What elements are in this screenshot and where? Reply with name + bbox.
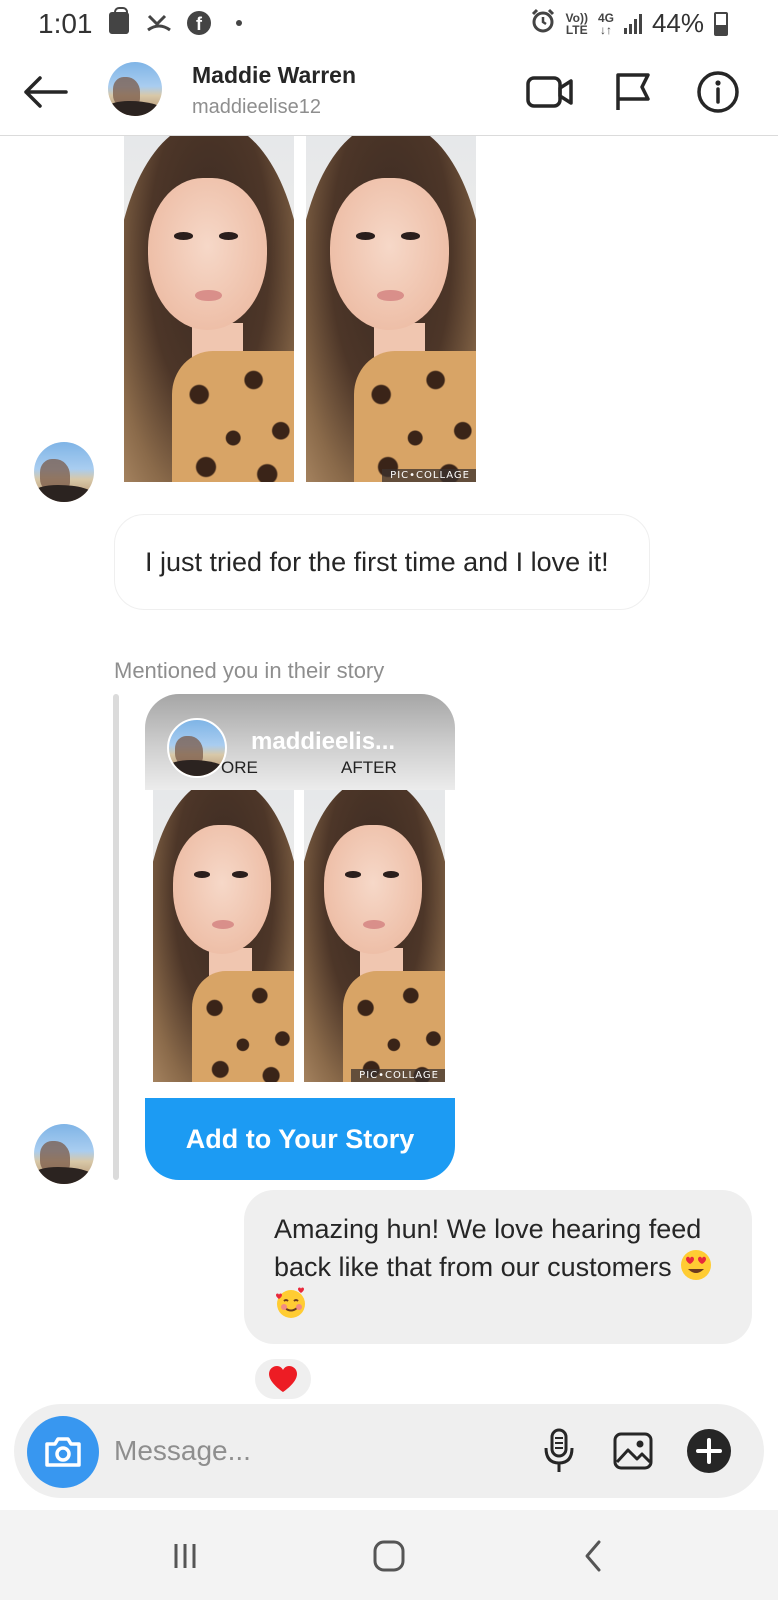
heart-eyes-emoji <box>679 1248 713 1282</box>
story-before-photo <box>153 790 294 1082</box>
voice-message-button[interactable] <box>534 1426 584 1476</box>
gallery-button[interactable] <box>608 1426 658 1476</box>
recents-button[interactable] <box>155 1532 215 1580</box>
message-input[interactable] <box>114 1426 494 1476</box>
before-photo <box>124 136 294 482</box>
outgoing-message-text: Amazing hun! We love hearing feed back l… <box>274 1214 702 1282</box>
contact-avatar[interactable] <box>108 62 162 116</box>
contact-name[interactable]: Maddie Warren <box>192 62 356 89</box>
alarm-icon <box>530 8 556 39</box>
story-mention-card[interactable]: maddieelis... ORE AFTER PIC•COLLAGE Add … <box>145 694 455 1180</box>
story-username: maddieelis... <box>251 728 396 755</box>
network-type-text: 4G <box>597 10 614 25</box>
shopping-bag-icon <box>106 7 132 36</box>
after-photo: PIC•COLLAGE <box>306 136 476 482</box>
sender-avatar[interactable] <box>34 442 94 502</box>
chat-header: Maddie Warren maddieelise12 <box>0 52 778 136</box>
smiling-face-with-hearts-emoji <box>274 1286 308 1320</box>
before-label: ORE <box>221 758 258 777</box>
outgoing-message-bubble[interactable]: Amazing hun! We love hearing feed back l… <box>244 1190 752 1344</box>
plus-icon <box>687 1429 731 1473</box>
system-navigation-bar <box>0 1510 778 1600</box>
video-call-button[interactable] <box>522 66 578 118</box>
story-reply-rail <box>113 694 119 1180</box>
status-bar: 1:01 f Vo)) LTE 4G ↓↑ 44% <box>0 0 778 50</box>
sender-avatar-story[interactable] <box>34 1124 94 1184</box>
system-back-button[interactable] <box>564 1532 624 1580</box>
data-arrows-text: ↓↑ <box>599 22 612 37</box>
microphone-icon <box>544 1428 574 1472</box>
received-photo-message[interactable]: PIC•COLLAGE <box>124 136 476 482</box>
flag-icon <box>616 73 650 110</box>
gallery-icon <box>613 1432 653 1470</box>
signal-icon <box>623 13 642 34</box>
recents-icon <box>174 1544 196 1568</box>
volte-top-text: Vo)) <box>565 10 588 25</box>
story-photo-collage: PIC•COLLAGE <box>153 790 445 1082</box>
back-button[interactable] <box>18 70 72 114</box>
more-options-button[interactable] <box>684 1426 734 1476</box>
message-composer <box>14 1404 764 1498</box>
missed-call-icon <box>146 10 172 36</box>
back-icon <box>585 1540 601 1572</box>
incoming-message-text: I just tried for the first time and I lo… <box>145 547 609 577</box>
report-flag-button[interactable] <box>604 66 660 118</box>
story-after-photo: PIC•COLLAGE <box>304 790 445 1082</box>
more-notifications-icon <box>226 10 252 36</box>
volte-indicator: Vo)) LTE <box>566 12 588 36</box>
story-mention-label: Mentioned you in their story <box>114 658 385 683</box>
battery-percent: 44% <box>651 8 704 38</box>
heart-reaction-icon <box>269 1366 297 1392</box>
status-time: 1:01 <box>38 8 93 39</box>
home-button[interactable] <box>359 1532 419 1580</box>
photo-watermark: PIC•COLLAGE <box>382 469 476 482</box>
notification-icons: f <box>106 7 252 36</box>
story-avatar <box>167 718 227 778</box>
incoming-message-bubble[interactable]: I just tried for the first time and I lo… <box>114 514 650 610</box>
video-call-icon <box>526 76 573 108</box>
message-reaction[interactable] <box>252 1356 314 1402</box>
system-status: Vo)) LTE 4G ↓↑ 44% <box>530 8 728 39</box>
story-watermark: PIC•COLLAGE <box>351 1069 445 1082</box>
add-to-story-button[interactable]: Add to Your Story <box>145 1098 455 1180</box>
battery-icon <box>714 11 728 36</box>
volte-bottom-text: LTE <box>565 22 588 37</box>
info-button[interactable] <box>690 66 746 118</box>
network-indicator: 4G ↓↑ <box>598 12 614 36</box>
facebook-icon: f <box>186 10 212 36</box>
home-icon <box>373 1540 405 1572</box>
camera-icon <box>45 1437 81 1467</box>
after-label: AFTER <box>341 758 397 777</box>
back-arrow-icon <box>24 76 68 108</box>
contact-username[interactable]: maddieelise12 <box>192 96 321 119</box>
camera-button[interactable] <box>27 1416 99 1488</box>
story-header: maddieelis... ORE AFTER <box>145 694 455 790</box>
info-icon <box>697 71 739 113</box>
